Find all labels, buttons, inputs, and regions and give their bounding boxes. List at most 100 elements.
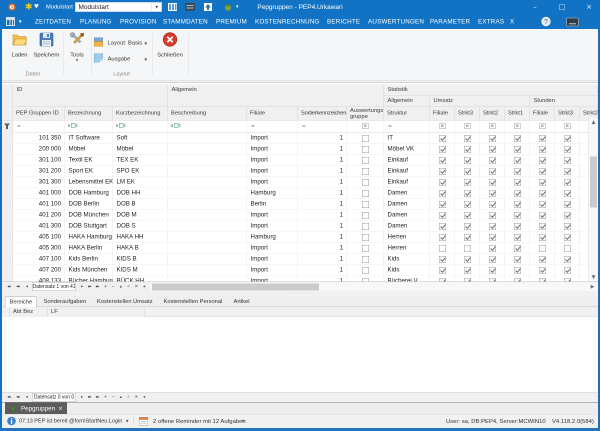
columns-icon[interactable] [168, 3, 177, 11]
checkbox-icon[interactable] [563, 244, 571, 252]
table-row[interactable]: 401 100 DOB Berlin DOB B Berlin 1 Damen [13, 198, 598, 210]
checkbox-icon[interactable] [538, 233, 546, 241]
navigator-button[interactable]: − [109, 394, 117, 402]
app-menu-button[interactable]: ▼ [6, 16, 28, 27]
checkbox-icon[interactable] [361, 156, 369, 164]
column-header-kurz[interactable]: Kurzbezeichnung [113, 106, 168, 121]
reminder-message[interactable]: 2 offene Reminder mit 12 Aufgaben [153, 415, 246, 429]
table-row[interactable]: 301 100 Textil EK TEX EK Import 1 Einkauf [13, 154, 598, 166]
tools-button[interactable]: Tools ▼ [64, 32, 90, 70]
checkbox-icon[interactable] [513, 189, 521, 197]
menu-item-provision[interactable]: PROVISION [120, 14, 157, 29]
detail-tab-artikel[interactable]: Artikel [230, 297, 254, 308]
checkbox-icon[interactable] [538, 189, 546, 197]
column-header-c4[interactable]: Strkt1 [505, 106, 530, 121]
checkbox-icon[interactable] [563, 255, 571, 263]
filter-cell-c2[interactable] [455, 120, 480, 133]
menu-item-zeitdaten[interactable]: ZEITDATEN [35, 14, 71, 29]
checkbox-icon[interactable] [488, 200, 496, 208]
filter-cell-fil[interactable]: = [247, 120, 298, 133]
table-row[interactable]: 407 100 Kids Berlin KIDS B Import 1 Kids [13, 253, 598, 265]
table-row[interactable]: 200 000 Möbel Möbel Import 1 Möbel VK [13, 143, 598, 155]
detail-column-header-abt-bez[interactable]: Abt Bez [10, 307, 48, 317]
navigator-button[interactable]: ✕ [132, 283, 140, 291]
table-row[interactable]: 401 300 DOB Stuttgart DOB S Import 1 Damen [13, 220, 598, 232]
checkbox-icon[interactable] [361, 233, 369, 241]
checkbox-icon[interactable] [513, 167, 521, 175]
checkbox-icon[interactable] [463, 189, 471, 197]
checkbox-icon[interactable] [513, 233, 521, 241]
ausgabe-button[interactable]: Ausgabe ▼ [93, 53, 148, 65]
dock-tab-close-icon[interactable]: ✕ [58, 403, 63, 415]
table-row[interactable]: 401 200 DOB München DOB M Import 1 Damen [13, 209, 598, 221]
checkbox-icon[interactable] [563, 145, 571, 153]
layout-basis-button[interactable]: Layout: Basis ▼ [93, 37, 148, 49]
navigator-button[interactable]: ✓ [125, 283, 133, 291]
column-header-struk[interactable]: Struktur [384, 106, 430, 121]
filter-cell-c6[interactable] [555, 120, 580, 133]
checkbox-icon[interactable] [361, 222, 369, 230]
checkbox-icon[interactable] [563, 134, 571, 142]
checkbox-icon[interactable] [563, 222, 571, 230]
keyboard-icon[interactable] [185, 3, 195, 11]
scroll-up-icon[interactable]: ▲ [589, 120, 599, 126]
dock-tab-pepgruppen[interactable]: Pepgruppen ✕ [5, 402, 67, 415]
navigator-button[interactable]: ▸ [78, 394, 86, 402]
menu-item-premium[interactable]: PREMIUM [216, 14, 247, 29]
menu-item-kostenrechnung[interactable]: KOSTENRECHNUNG [255, 14, 320, 29]
checkbox-icon[interactable] [438, 145, 446, 153]
checkbox-icon[interactable] [538, 244, 546, 252]
checkbox-icon[interactable] [488, 255, 496, 263]
checkbox-icon[interactable] [438, 233, 446, 241]
table-row[interactable]: 405 100 HAKA Hamburg HAKA HH Hamburg 1 Herren [13, 231, 598, 243]
filter-cell-kurz[interactable]: ac [113, 120, 168, 133]
module-combobox[interactable]: Modulstart ▼ [75, 2, 162, 12]
checkbox-icon[interactable] [438, 244, 446, 252]
chevron-down-icon[interactable]: ▼ [151, 2, 162, 12]
filter-cell-c4[interactable] [505, 120, 530, 133]
help-icon[interactable]: ? [541, 16, 551, 30]
vertical-scrollbar[interactable]: ▲ ▼ [588, 118, 599, 282]
checkbox-icon[interactable] [463, 178, 471, 186]
checkbox-icon[interactable] [488, 178, 496, 186]
navigator-button[interactable]: ▴ [117, 283, 125, 291]
navigator-button[interactable]: ◂ [140, 394, 148, 402]
checkbox-icon[interactable] [538, 255, 546, 263]
checkbox-icon[interactable] [438, 255, 446, 263]
checkbox-icon[interactable] [488, 222, 496, 230]
filter-cell-beschr[interactable]: ac [168, 120, 247, 133]
checkbox-icon[interactable] [538, 211, 546, 219]
checkbox-icon[interactable] [513, 244, 521, 252]
column-header-sort[interactable]: Sortierkennzeichen [298, 106, 347, 121]
scroll-down-icon[interactable]: ▼ [589, 275, 599, 281]
checkbox-icon[interactable] [513, 200, 521, 208]
navigator-button[interactable]: ▸▸ [94, 283, 102, 291]
menu-item-extras[interactable]: EXTRAS [478, 14, 504, 29]
checkbox-icon[interactable] [438, 222, 446, 230]
column-header-c5[interactable]: Filiale [530, 106, 555, 121]
table-row[interactable]: 301 300 Lebensmittel EK LM EK Import 1 Einkau… [13, 176, 598, 188]
checkbox-icon[interactable] [463, 222, 471, 230]
checkbox-icon[interactable] [438, 211, 446, 219]
checkbox-icon[interactable] [463, 167, 471, 175]
checkbox-icon[interactable] [488, 167, 496, 175]
chevron-down-icon[interactable]: ▼ [125, 415, 129, 429]
table-row[interactable]: 401 000 DOB Hamburg DOB HH Hamburg 1 Damen [13, 187, 598, 199]
checkbox-icon[interactable] [538, 134, 546, 142]
detail-tab-bereiche[interactable]: Bereiche [5, 296, 37, 308]
close-button[interactable]: × [582, 0, 596, 14]
checkbox-icon[interactable] [361, 266, 369, 274]
navigator-button[interactable]: ▸▸ [86, 394, 94, 402]
column-header-bez[interactable]: Bezeichnung [65, 106, 113, 121]
checkbox-icon[interactable] [538, 156, 546, 164]
filter-cell-id[interactable]: = [13, 120, 65, 133]
table-row[interactable]: 405 300 HAKA Berlin HAKA B Import 1 Herren [13, 242, 598, 254]
checkbox-icon[interactable] [438, 156, 446, 164]
column-header-ausw[interactable]: Auswertungs gruppe [347, 106, 384, 121]
checkbox-icon[interactable] [488, 266, 496, 274]
navigator-button[interactable]: ◂◂ [4, 283, 13, 291]
detail-tab-sonderaufgaben[interactable]: Sonderaufgaben [40, 297, 91, 308]
table-row[interactable]: 101 350 IT Software Soft Import 1 IT [13, 132, 598, 144]
heart-icon[interactable]: ♥ [34, 0, 39, 13]
filter-cell-sort[interactable]: = [298, 120, 347, 133]
